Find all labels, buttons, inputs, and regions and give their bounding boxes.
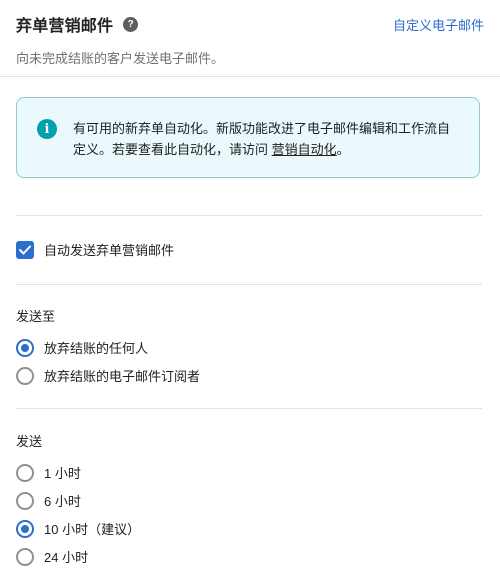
divider xyxy=(16,284,482,285)
radio-option-subscribers[interactable]: 放弃结账的电子邮件订阅者 xyxy=(16,366,200,385)
radio-label: 1 小时 xyxy=(44,466,81,481)
page-title: 弃单营销邮件 xyxy=(16,18,114,35)
radio-option-1-hour[interactable]: 1 小时 xyxy=(16,463,81,482)
banner-text-end: 。 xyxy=(336,142,350,157)
auto-send-label: 自动发送弃单营销邮件 xyxy=(44,243,175,258)
radio-unselected-icon[interactable] xyxy=(16,491,34,510)
auto-send-checkbox[interactable]: 自动发送弃单营销邮件 xyxy=(16,240,174,259)
checkbox-checked-icon[interactable] xyxy=(16,240,34,259)
page-subtitle: 向未完成结账的客户发送电子邮件。 xyxy=(16,51,225,66)
radio-selected-icon[interactable] xyxy=(16,519,34,538)
radio-unselected-icon[interactable] xyxy=(16,366,34,385)
radio-label: 24 小时 xyxy=(44,550,89,565)
section-header: 弃单营销邮件 ? 向未完成结账的客户发送电子邮件。 自定义电子邮件 xyxy=(16,12,484,67)
abandoned-checkout-settings: 弃单营销邮件 ? 向未完成结账的客户发送电子邮件。 自定义电子邮件 i 有可用的… xyxy=(0,0,500,583)
help-icon[interactable]: ? xyxy=(123,16,139,32)
divider xyxy=(16,215,482,216)
marketing-automation-link[interactable]: 营销自动化 xyxy=(272,142,337,157)
radio-unselected-icon[interactable] xyxy=(16,463,34,482)
radio-label: 放弃结账的电子邮件订阅者 xyxy=(44,369,201,384)
radio-option-10-hours[interactable]: 10 小时（建议） xyxy=(16,519,140,538)
radio-label: 放弃结账的任何人 xyxy=(44,341,149,356)
radio-label: 6 小时 xyxy=(44,494,81,509)
radio-selected-icon[interactable] xyxy=(16,338,34,357)
banner-message: 有可用的新弃单自动化。新版功能改进了电子邮件编辑和工作流自定义。若要查看此自动化… xyxy=(73,118,459,177)
send-after-heading: 发送 xyxy=(16,434,43,449)
radio-option-24-hours[interactable]: 24 小时 xyxy=(16,547,88,566)
banner-text: 有可用的新弃单自动化。新版功能改进了电子邮件编辑和工作流自定义。若要查看此自动化… xyxy=(73,121,451,157)
info-icon: i xyxy=(37,119,57,139)
radio-unselected-icon[interactable] xyxy=(16,547,34,566)
divider xyxy=(0,76,500,77)
customize-email-link[interactable]: 自定义电子邮件 xyxy=(393,15,484,34)
info-banner: i 有可用的新弃单自动化。新版功能改进了电子邮件编辑和工作流自定义。若要查看此自… xyxy=(16,97,480,178)
divider xyxy=(16,408,482,409)
send-to-heading: 发送至 xyxy=(16,309,56,324)
radio-option-anyone[interactable]: 放弃结账的任何人 xyxy=(16,338,148,357)
radio-option-6-hours[interactable]: 6 小时 xyxy=(16,491,81,510)
radio-label: 10 小时（建议） xyxy=(44,522,141,537)
